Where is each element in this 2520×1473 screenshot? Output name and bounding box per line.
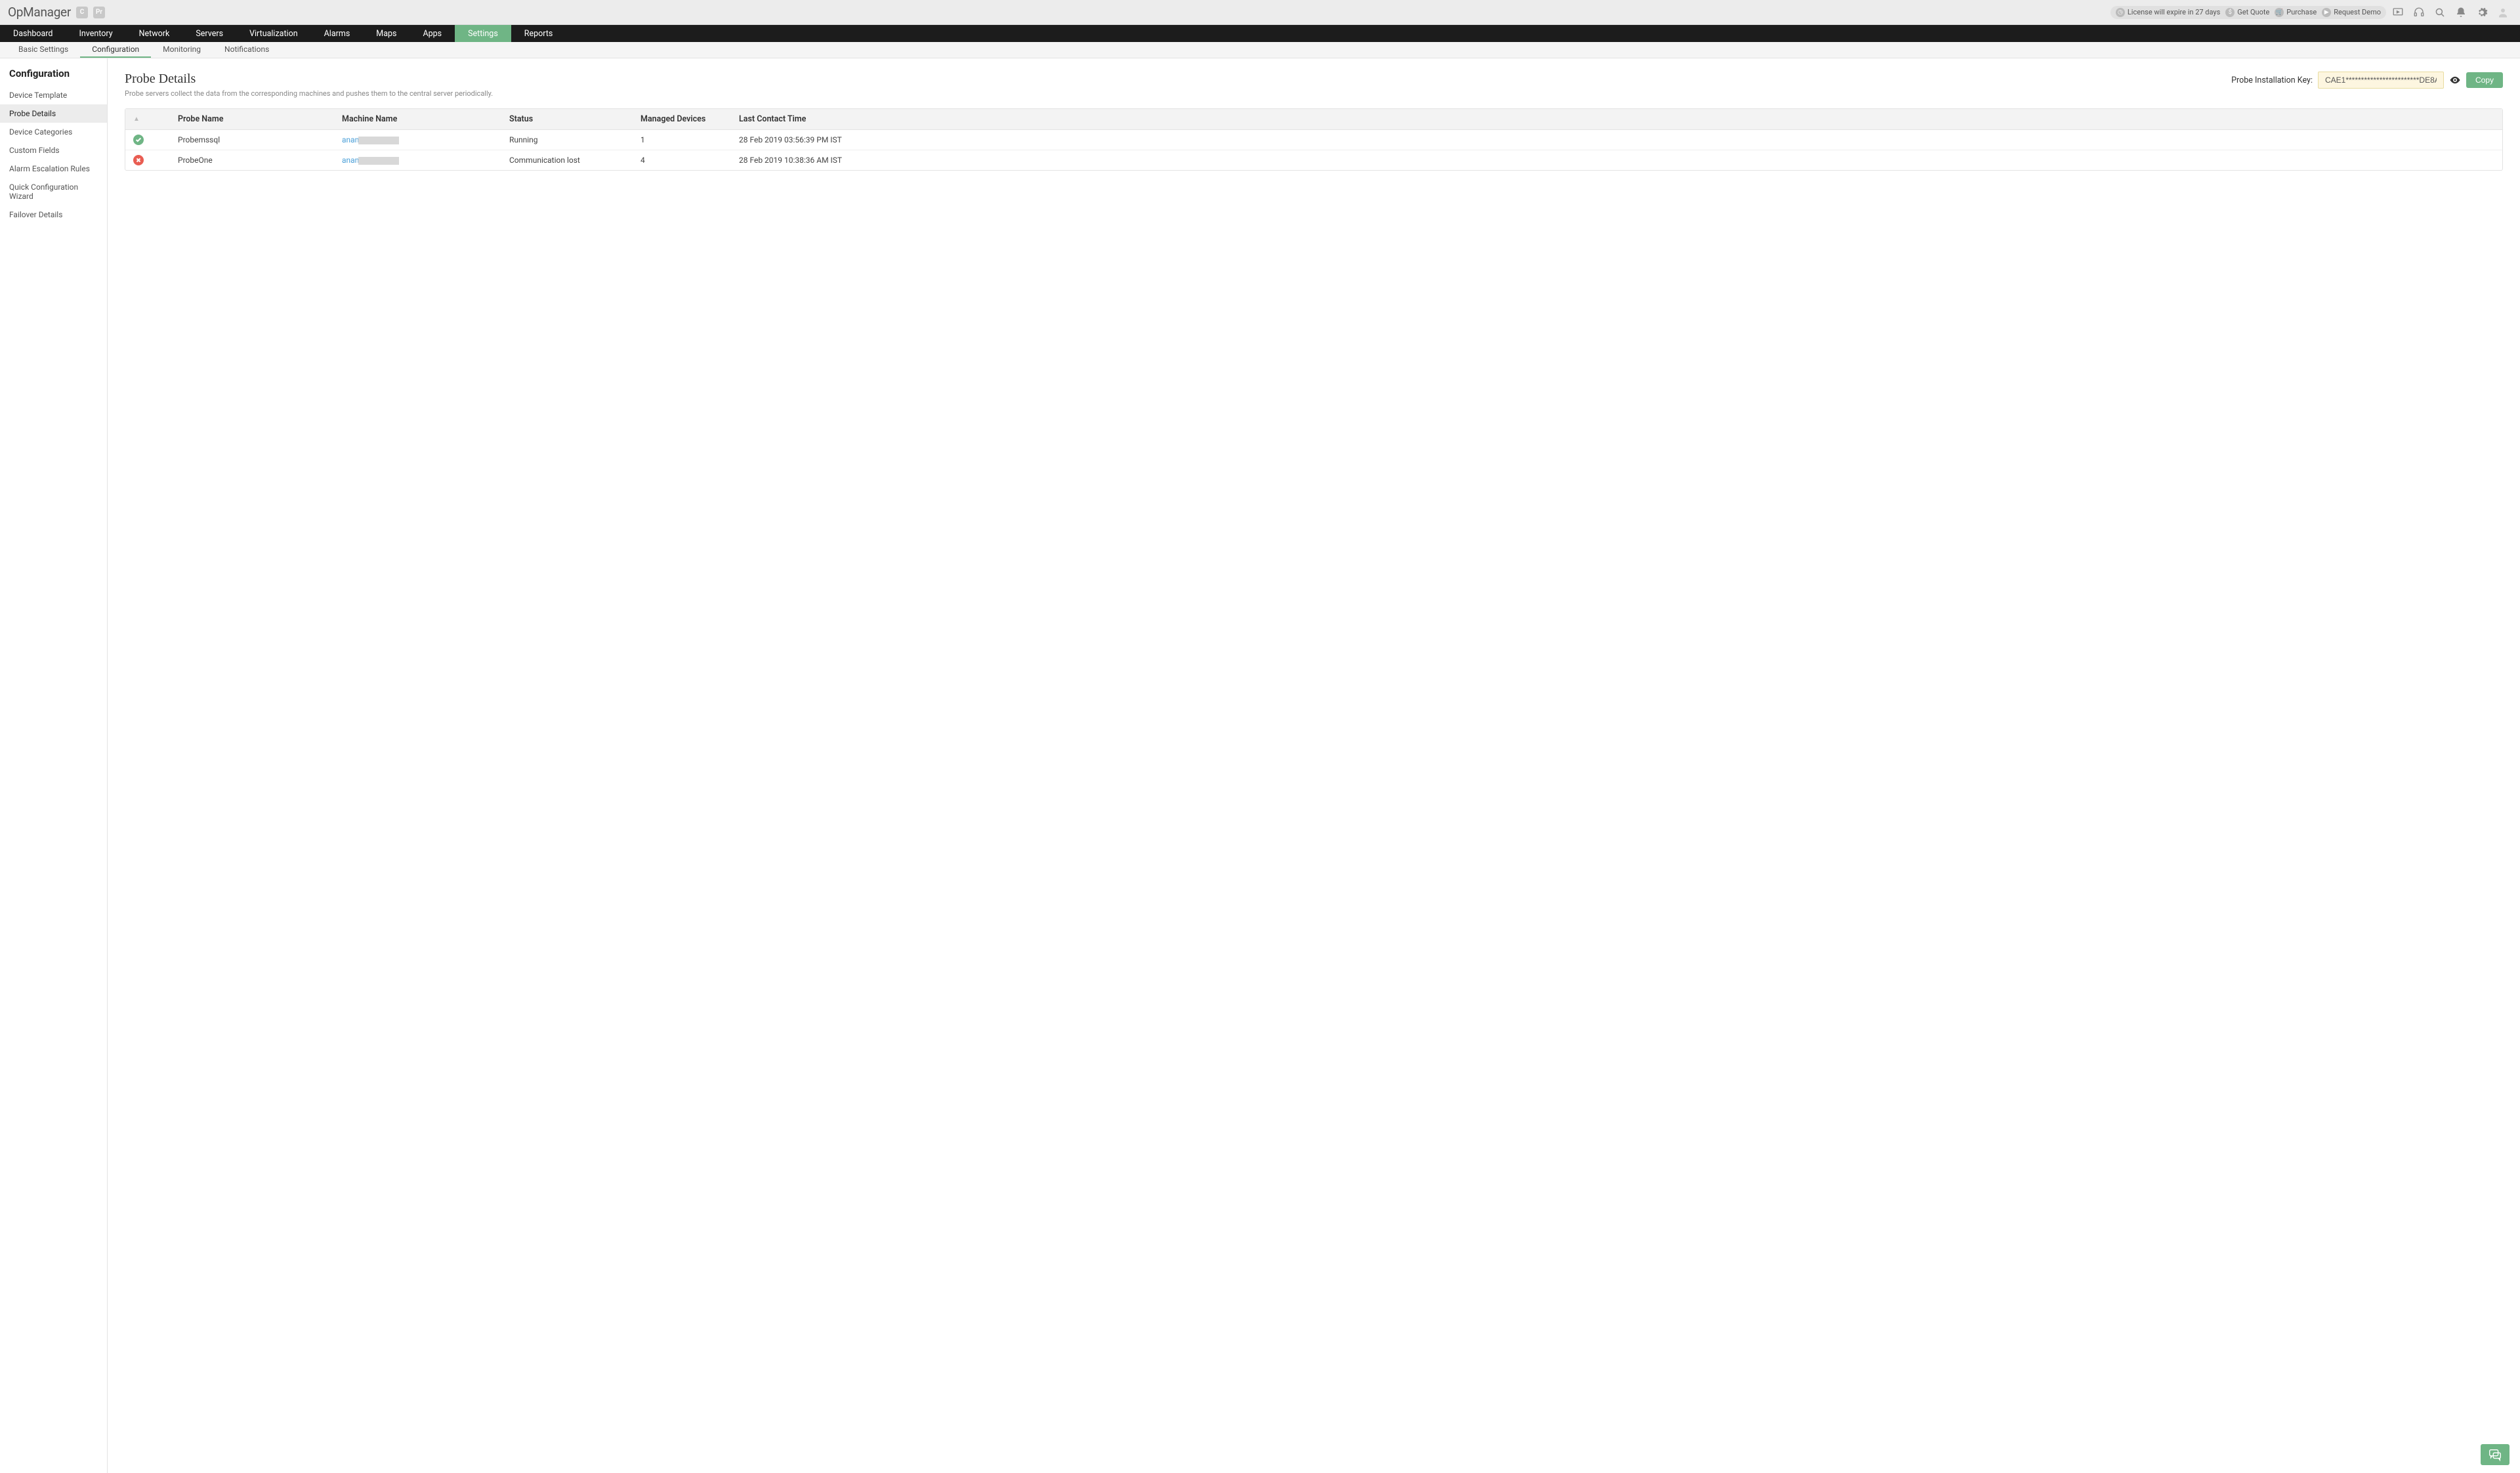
sidebar: Configuration Device TemplateProbe Detai… bbox=[0, 58, 108, 1473]
eye-icon[interactable] bbox=[2449, 74, 2461, 86]
cart-icon: 🛒 bbox=[2275, 8, 2284, 17]
sub-nav: Basic SettingsConfigurationMonitoringNot… bbox=[0, 42, 2520, 58]
col-probe-name[interactable]: Probe Name bbox=[178, 114, 342, 124]
row-status-icon-cell bbox=[125, 155, 178, 165]
headset-icon[interactable] bbox=[2410, 3, 2428, 22]
sidebar-item-alarm-escalation-rules[interactable]: Alarm Escalation Rules bbox=[0, 160, 107, 178]
dollar-icon: $ bbox=[2225, 8, 2235, 17]
table-row[interactable]: ProbeOneanan Communication lost428 Feb 20… bbox=[125, 150, 2502, 170]
row-devices: 1 bbox=[640, 135, 739, 144]
error-icon bbox=[133, 155, 144, 165]
subnav-item-configuration[interactable]: Configuration bbox=[80, 42, 151, 58]
check-icon bbox=[133, 135, 144, 145]
badge-pr: Pr bbox=[93, 7, 105, 18]
license-expire-text: License will expire in 27 days bbox=[2128, 8, 2220, 16]
brand-name: OpManager bbox=[8, 5, 71, 20]
row-machine-name: anan bbox=[342, 156, 509, 165]
user-icon[interactable] bbox=[2494, 3, 2512, 22]
get-quote-text: Get Quote bbox=[2237, 8, 2269, 16]
license-expire[interactable]: ◷ License will expire in 27 days bbox=[2116, 8, 2220, 17]
nav-item-inventory[interactable]: Inventory bbox=[66, 25, 125, 42]
subnav-item-basic-settings[interactable]: Basic Settings bbox=[7, 42, 80, 58]
sidebar-item-device-template[interactable]: Device Template bbox=[0, 86, 107, 104]
nav-item-virtualization[interactable]: Virtualization bbox=[236, 25, 311, 42]
purchase-text: Purchase bbox=[2286, 8, 2317, 16]
sort-icon: ▲ bbox=[133, 116, 140, 123]
col-managed-devices[interactable]: Managed Devices bbox=[640, 114, 739, 124]
copy-button[interactable]: Copy bbox=[2466, 72, 2503, 88]
row-probe-name: ProbeOne bbox=[178, 156, 342, 165]
col-machine-name[interactable]: Machine Name bbox=[342, 114, 509, 124]
clock-icon: ◷ bbox=[2116, 8, 2125, 17]
nav-item-settings[interactable]: Settings bbox=[455, 25, 511, 42]
nav-item-alarms[interactable]: Alarms bbox=[311, 25, 364, 42]
row-probe-name: Probemssql bbox=[178, 135, 342, 144]
badge-c: C bbox=[76, 7, 88, 18]
page-title: Probe Details bbox=[125, 72, 493, 87]
sidebar-item-device-categories[interactable]: Device Categories bbox=[0, 123, 107, 141]
gear-icon[interactable] bbox=[2473, 3, 2491, 22]
main-content: Probe Details Probe servers collect the … bbox=[108, 58, 2520, 1473]
get-quote-link[interactable]: $ Get Quote bbox=[2225, 8, 2269, 17]
row-status-icon-cell bbox=[125, 135, 178, 145]
request-demo-text: Request Demo bbox=[2334, 8, 2381, 16]
row-machine-name: anan bbox=[342, 135, 509, 144]
main-nav: DashboardInventoryNetworkServersVirtuali… bbox=[0, 25, 2520, 42]
sidebar-item-custom-fields[interactable]: Custom Fields bbox=[0, 141, 107, 160]
sidebar-item-probe-details[interactable]: Probe Details bbox=[0, 104, 107, 123]
layout: Configuration Device TemplateProbe Detai… bbox=[0, 58, 2520, 1473]
table-row[interactable]: Probemssqlanan Running128 Feb 2019 03:56:… bbox=[125, 130, 2502, 150]
machine-link[interactable]: anan bbox=[342, 135, 359, 144]
nav-item-network[interactable]: Network bbox=[126, 25, 183, 42]
purchase-link[interactable]: 🛒 Purchase bbox=[2275, 8, 2317, 17]
sidebar-title: Configuration bbox=[0, 68, 107, 86]
machine-link[interactable]: anan bbox=[342, 156, 359, 165]
nav-item-dashboard[interactable]: Dashboard bbox=[0, 25, 66, 42]
nav-item-apps[interactable]: Apps bbox=[410, 25, 455, 42]
license-pill-group: ◷ License will expire in 27 days $ Get Q… bbox=[2110, 6, 2386, 19]
probe-table: ▲ Probe Name Machine Name Status Managed… bbox=[125, 108, 2503, 171]
page-description: Probe servers collect the data from the … bbox=[125, 89, 493, 98]
table-header: ▲ Probe Name Machine Name Status Managed… bbox=[125, 109, 2502, 130]
page-header-left: Probe Details Probe servers collect the … bbox=[125, 72, 493, 98]
page-header: Probe Details Probe servers collect the … bbox=[125, 72, 2503, 98]
col-sort[interactable]: ▲ bbox=[125, 114, 178, 124]
row-contact: 28 Feb 2019 03:56:39 PM IST bbox=[739, 135, 2502, 144]
request-demo-link[interactable]: ▶ Request Demo bbox=[2322, 8, 2381, 17]
nav-item-servers[interactable]: Servers bbox=[182, 25, 236, 42]
sidebar-item-quick-configuration-wizard[interactable]: Quick Configuration Wizard bbox=[0, 178, 107, 205]
col-status[interactable]: Status bbox=[509, 114, 640, 124]
nav-item-maps[interactable]: Maps bbox=[363, 25, 410, 42]
bell-icon[interactable] bbox=[2452, 3, 2470, 22]
chat-float-button[interactable] bbox=[2481, 1444, 2510, 1465]
topbar: OpManager C Pr ◷ License will expire in … bbox=[0, 0, 2520, 25]
row-status: Communication lost bbox=[509, 156, 640, 165]
topbar-right: ◷ License will expire in 27 days $ Get Q… bbox=[2110, 3, 2512, 22]
row-status: Running bbox=[509, 135, 640, 144]
demo-icon: ▶ bbox=[2322, 8, 2331, 17]
redacted-text bbox=[358, 157, 399, 165]
installation-key-input[interactable] bbox=[2318, 72, 2444, 89]
sidebar-item-failover-details[interactable]: Failover Details bbox=[0, 205, 107, 224]
subnav-item-notifications[interactable]: Notifications bbox=[213, 42, 281, 58]
search-icon[interactable] bbox=[2431, 3, 2449, 22]
presentation-icon[interactable] bbox=[2389, 3, 2407, 22]
topbar-left: OpManager C Pr bbox=[8, 5, 105, 20]
row-contact: 28 Feb 2019 10:38:36 AM IST bbox=[739, 156, 2502, 165]
nav-item-reports[interactable]: Reports bbox=[511, 25, 566, 42]
col-last-contact[interactable]: Last Contact Time bbox=[739, 114, 2502, 124]
row-devices: 4 bbox=[640, 156, 739, 165]
redacted-text bbox=[358, 137, 399, 144]
subnav-item-monitoring[interactable]: Monitoring bbox=[151, 42, 213, 58]
installation-key-group: Probe Installation Key: Copy bbox=[2231, 72, 2503, 89]
installation-key-label: Probe Installation Key: bbox=[2231, 75, 2313, 85]
